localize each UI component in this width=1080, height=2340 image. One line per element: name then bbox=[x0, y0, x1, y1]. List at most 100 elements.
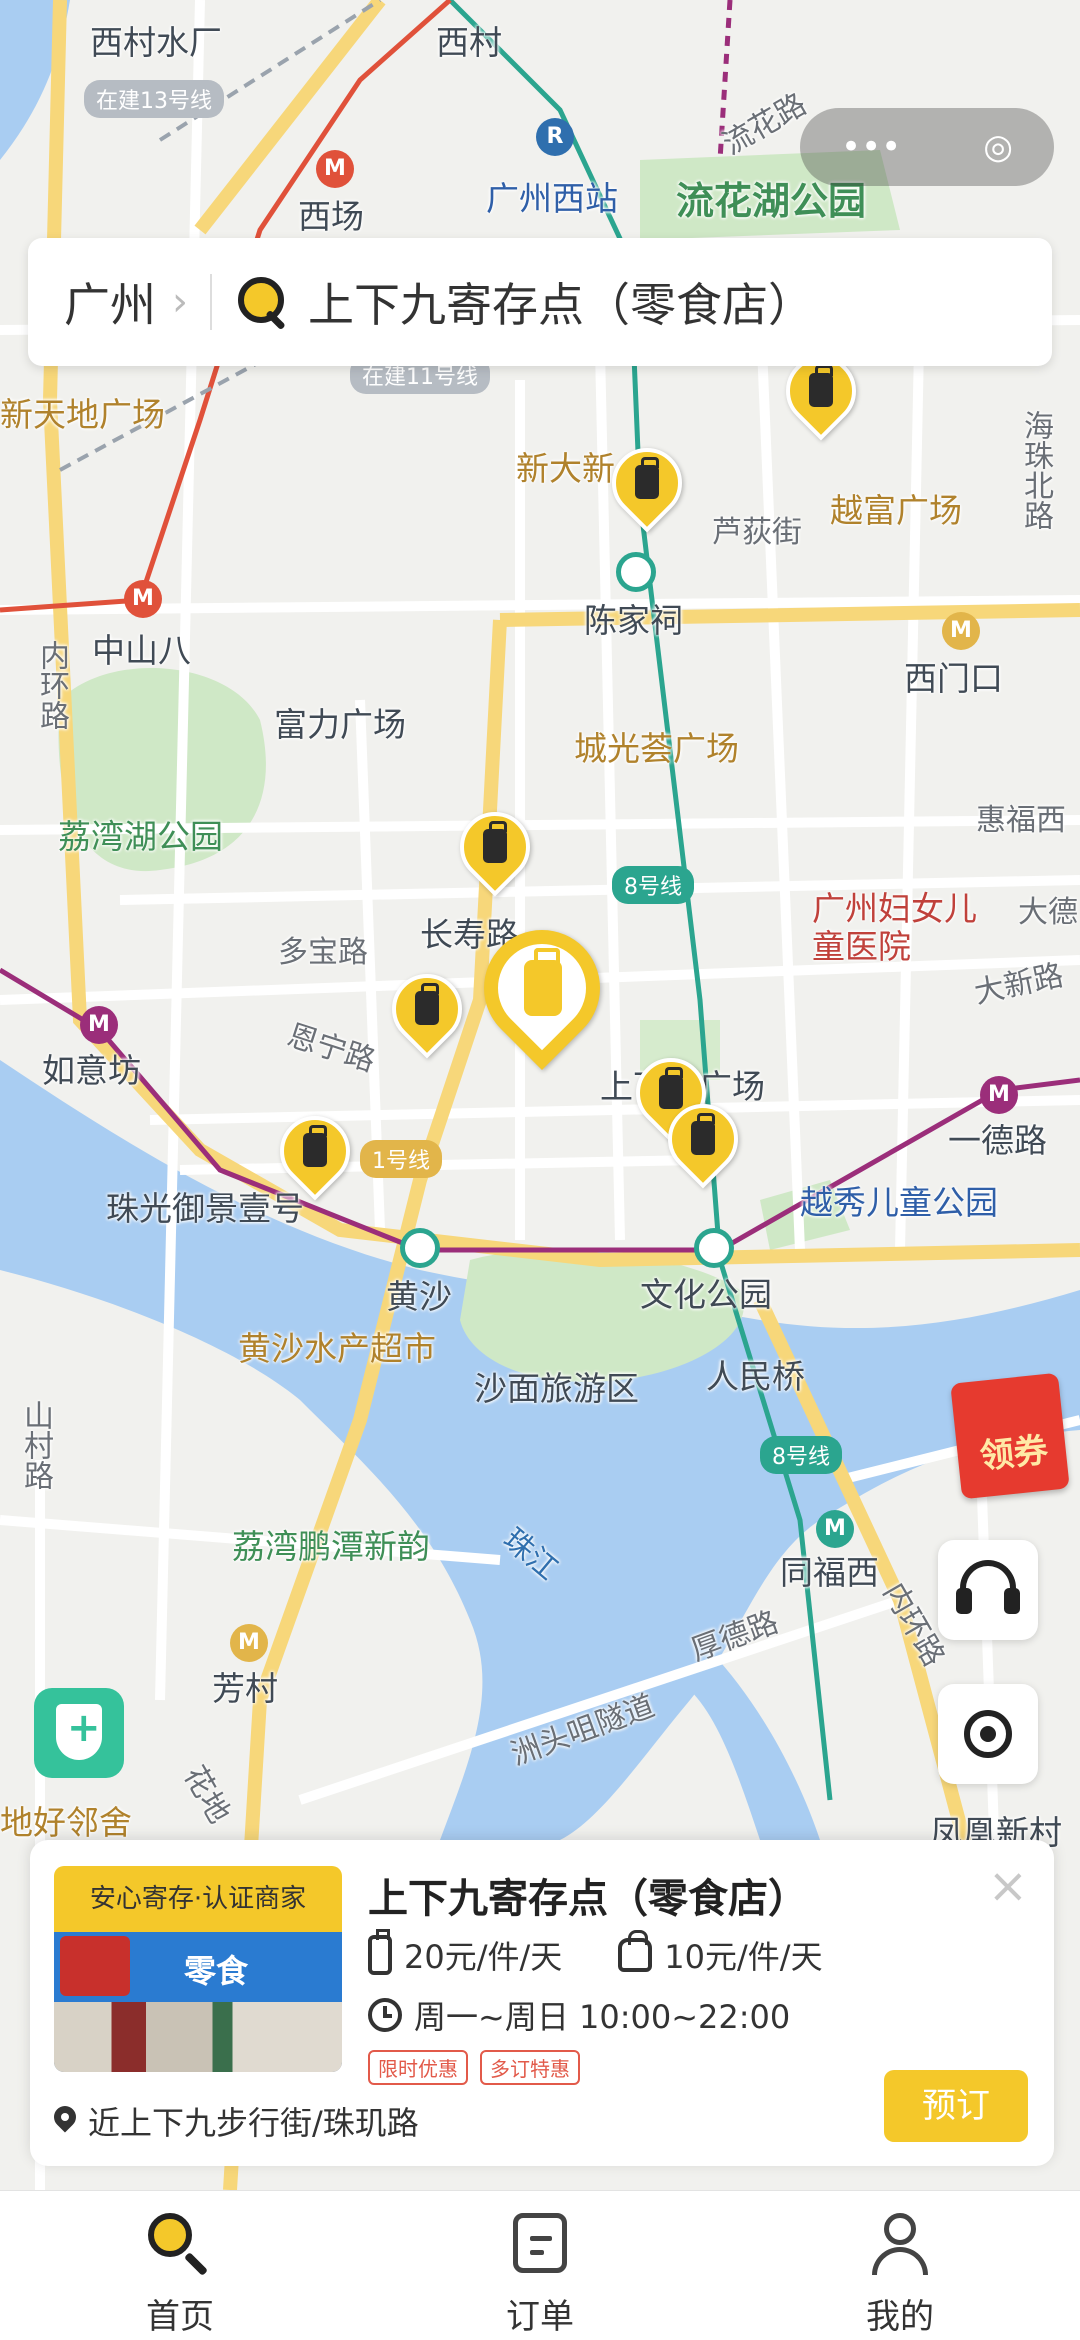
tab-home[interactable]: 首页 bbox=[0, 2191, 360, 2340]
opening-hours: 周一~周日 10:00~22:00 bbox=[414, 1998, 791, 2036]
tab-me-label: 我的 bbox=[866, 2297, 934, 2337]
storage-pin[interactable] bbox=[597, 433, 697, 536]
luggage-icon bbox=[483, 821, 507, 863]
map-label-xintiandi: 新天地广场 bbox=[0, 395, 165, 434]
storage-pin[interactable] bbox=[265, 1101, 365, 1204]
luggage-price: 20元/件/天 bbox=[404, 1938, 563, 1976]
bag-icon bbox=[618, 1930, 653, 1972]
map-label-dade: 大德 bbox=[1018, 895, 1078, 930]
store-address: 近上下九步行街/珠玑路 bbox=[54, 2098, 419, 2144]
search-icon bbox=[238, 277, 288, 327]
certified-badge: 安心寄存·认证商家 bbox=[54, 1866, 342, 1932]
suitcase-icon bbox=[368, 1929, 392, 1975]
search-input[interactable]: 上下九寄存点（零食店） bbox=[308, 269, 814, 335]
close-card-button[interactable]: × bbox=[988, 1862, 1028, 1910]
map-label-xicun: 西村 bbox=[436, 23, 502, 62]
map-label-xindaxin: 新大新 bbox=[516, 449, 615, 488]
map-label-ximenkou: 西门口 bbox=[904, 659, 1003, 698]
map-label-line8-b: 8号线 bbox=[760, 1436, 842, 1474]
sign-logo bbox=[60, 1936, 130, 1996]
map-label-huangsha-market: 黄沙水产超市 bbox=[238, 1329, 436, 1368]
headset-icon bbox=[956, 1560, 1020, 1614]
close-miniprogram-button[interactable]: ◎ bbox=[983, 130, 1013, 164]
bag-price: 10元/件/天 bbox=[664, 1938, 823, 1976]
map-label-fangcun: 芳村 bbox=[212, 1669, 278, 1708]
metro-fangcun-icon: M bbox=[230, 1624, 268, 1662]
metro-zhongshan8-icon: M bbox=[124, 580, 162, 618]
luggage-icon bbox=[635, 457, 659, 499]
map-label-guangzhou-west-station: 广州西站 bbox=[486, 179, 618, 218]
metro-ruyifang-icon: M bbox=[80, 1006, 118, 1044]
storage-pin[interactable] bbox=[445, 797, 545, 900]
selected-storage-pin[interactable] bbox=[459, 905, 625, 1090]
store-sign: 零食 bbox=[54, 1932, 342, 2002]
red-envelope-icon: 领券 bbox=[950, 1372, 1070, 1500]
metro-tongfu-icon: M bbox=[816, 1510, 854, 1548]
metro-xichang-icon: M bbox=[316, 150, 354, 188]
map-label-shancun-road: 山村路 bbox=[18, 1400, 53, 1490]
railway-station-icon: R bbox=[536, 118, 574, 156]
locate-icon bbox=[964, 1710, 1012, 1758]
map-label-chengguang-plaza: 城光荟广场 bbox=[574, 729, 739, 768]
map-label-luodi-street: 芦荻街 bbox=[712, 515, 802, 550]
customer-service-button[interactable] bbox=[938, 1540, 1038, 1640]
map-label-duobao-road: 多宝路 bbox=[278, 935, 368, 970]
tab-me[interactable]: 我的 bbox=[720, 2191, 1080, 2340]
price-row: 20元/件/天 10元/件/天 bbox=[368, 1929, 823, 1978]
search-bar[interactable]: 广州 › 上下九寄存点（零食店） bbox=[28, 238, 1052, 366]
location-pin-icon bbox=[54, 2106, 76, 2136]
storage-pin[interactable] bbox=[377, 959, 477, 1062]
shield-plus-icon: + bbox=[67, 1705, 101, 1751]
locate-me-button[interactable] bbox=[938, 1684, 1038, 1784]
map-label-renmin-bridge: 人民桥 bbox=[706, 1357, 805, 1396]
luggage-icon bbox=[809, 365, 833, 407]
store-photo[interactable]: 零食 bbox=[54, 1932, 342, 2072]
map-label-xichang: 西场 bbox=[298, 197, 364, 236]
map-label-line1: 1号线 bbox=[360, 1140, 442, 1178]
map-label-tongfu-west: 同福西 bbox=[780, 1553, 879, 1592]
store-shelves bbox=[54, 2002, 342, 2072]
promo-tag: 多订特惠 bbox=[480, 2050, 580, 2085]
map-label-fuli-plaza: 富力广场 bbox=[274, 705, 406, 744]
hours-row: 周一~周日 10:00~22:00 bbox=[368, 1992, 790, 2038]
coupon-button[interactable]: 领券 bbox=[946, 1372, 1080, 1500]
map-label-haolin: 地好邻舍 bbox=[0, 1803, 132, 1842]
address-text: 近上下九步行街/珠玑路 bbox=[88, 2104, 419, 2142]
storage-pin[interactable] bbox=[653, 1089, 753, 1192]
tab-orders-label: 订单 bbox=[506, 2297, 574, 2337]
store-sign-text: 零食 bbox=[184, 1952, 249, 1990]
map-label-haizhu-north: 海珠北路 bbox=[1018, 410, 1053, 530]
city-selector[interactable]: 广州 bbox=[64, 269, 156, 335]
home-search-icon bbox=[148, 2213, 212, 2277]
book-button[interactable]: 预订 bbox=[884, 2070, 1028, 2142]
map-label-shamian: 沙面旅游区 bbox=[474, 1369, 639, 1408]
map-label-huifu-west: 惠福西 bbox=[976, 803, 1066, 838]
interchange-chenjiaci-icon bbox=[616, 552, 656, 592]
clock-icon bbox=[368, 1998, 402, 2032]
map-label-ruyifang: 如意坊 bbox=[42, 1051, 141, 1090]
map-label-line13-building: 在建13号线 bbox=[84, 80, 224, 118]
interchange-huangsha-icon bbox=[400, 1228, 440, 1268]
map-label-chenjiaci: 陈家祠 bbox=[584, 601, 683, 640]
tab-orders[interactable]: 订单 bbox=[360, 2191, 720, 2340]
map-label-wenhua-park: 文化公园 bbox=[640, 1275, 772, 1314]
miniprogram-capsule: ••• ◎ bbox=[800, 108, 1054, 186]
more-menu-button[interactable]: ••• bbox=[841, 130, 901, 164]
luggage-icon bbox=[415, 983, 439, 1025]
map-label-liwan-park: 荔湾湖公园 bbox=[58, 817, 223, 856]
promo-tags: 限时优惠 多订特惠 bbox=[368, 2050, 580, 2085]
map-label-yide-road: 一德路 bbox=[948, 1121, 1047, 1160]
map-label-neihuan: 内环路 bbox=[34, 640, 69, 730]
promo-tag: 限时优惠 bbox=[368, 2050, 468, 2085]
store-card[interactable]: 安心寄存·认证商家 零食 上下九寄存点（零食店） × 20元/件/天 10元/件… bbox=[30, 1840, 1054, 2166]
chevron-right-icon: › bbox=[172, 279, 188, 325]
bottom-tab-bar: 首页 订单 我的 bbox=[0, 2190, 1080, 2340]
storage-pin[interactable] bbox=[771, 341, 871, 444]
map-label-yuexiu-children-park: 越秀儿童公园 bbox=[800, 1183, 998, 1222]
luggage-icon bbox=[524, 948, 562, 1016]
map-label-yuefu-plaza: 越富广场 bbox=[830, 491, 962, 530]
map-label-zhongshan8: 中山八 bbox=[92, 631, 191, 670]
map-label-maternity-hospital: 广州妇女儿童医院 bbox=[812, 889, 977, 966]
safety-shield-button[interactable]: + bbox=[34, 1688, 124, 1778]
coupon-label: 领券 bbox=[977, 1430, 1050, 1478]
